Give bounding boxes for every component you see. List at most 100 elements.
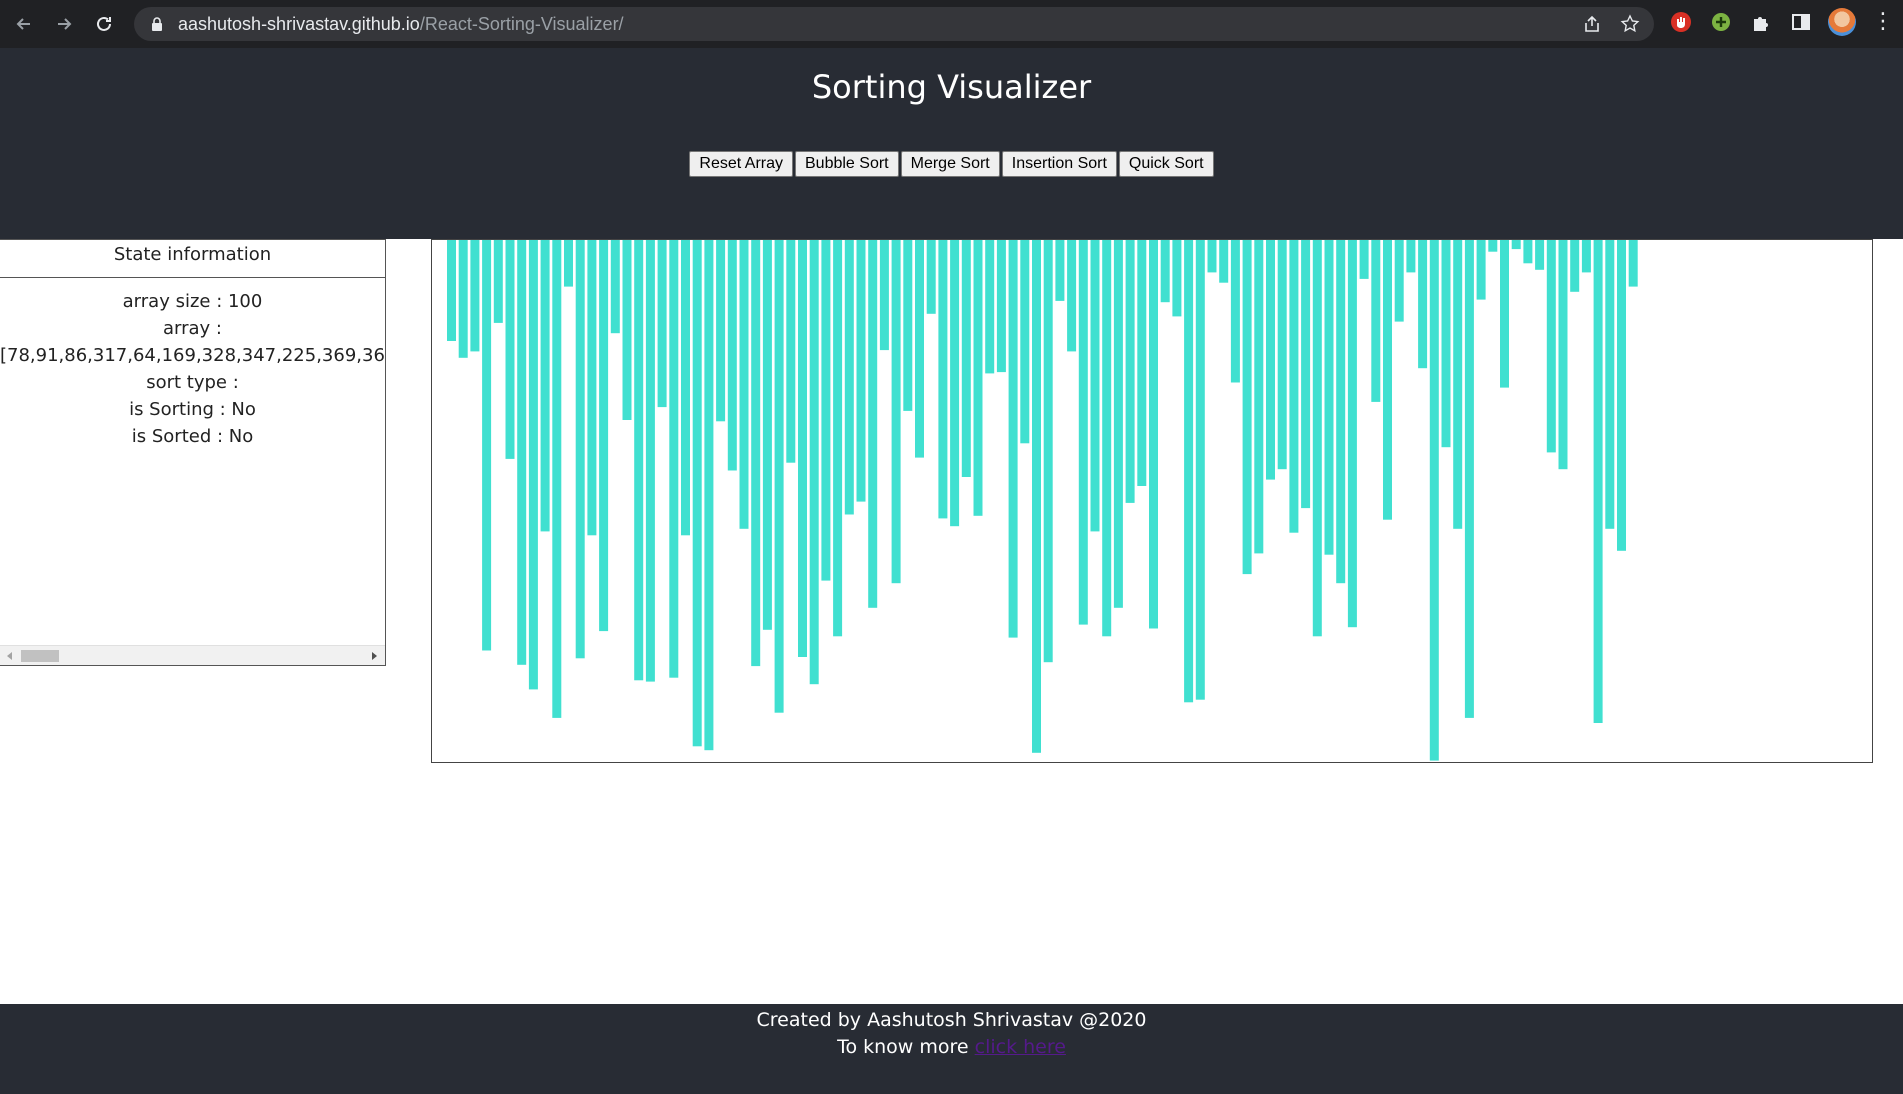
scroll-right-icon[interactable] bbox=[372, 652, 377, 660]
array-bar bbox=[564, 240, 573, 287]
array-bar bbox=[856, 240, 866, 502]
sorting-visualizer-canvas bbox=[431, 239, 1873, 763]
array-bar bbox=[493, 240, 503, 323]
array-bar bbox=[1277, 240, 1287, 470]
array-bar bbox=[1149, 240, 1158, 629]
array-bar bbox=[610, 240, 620, 334]
array-size-text: array size : 100 bbox=[122, 291, 263, 312]
array-label: array : bbox=[163, 318, 222, 339]
array-bar bbox=[704, 240, 714, 751]
array-bar bbox=[1242, 240, 1252, 575]
array-bar bbox=[622, 240, 632, 420]
array-bar bbox=[1570, 240, 1580, 292]
array-bar bbox=[692, 240, 702, 747]
array-bar bbox=[1441, 240, 1451, 448]
array-bar bbox=[1043, 240, 1053, 663]
plus-extension-icon[interactable] bbox=[1708, 9, 1734, 35]
array-bar bbox=[1488, 240, 1498, 252]
profile-avatar[interactable] bbox=[1828, 8, 1856, 36]
url-path: /React-Sorting-Visualizer/ bbox=[419, 13, 624, 34]
array-bar bbox=[1289, 240, 1299, 533]
scroll-left-icon[interactable] bbox=[7, 652, 12, 660]
star-icon[interactable] bbox=[1620, 14, 1640, 34]
array-bar bbox=[1418, 240, 1428, 369]
array-bar bbox=[1371, 240, 1381, 402]
array-bar bbox=[751, 240, 761, 667]
array-bar bbox=[645, 240, 655, 682]
array-bar bbox=[1078, 240, 1088, 625]
array-bar bbox=[505, 240, 515, 459]
array-bar bbox=[1125, 240, 1135, 503]
reload-icon bbox=[97, 16, 111, 31]
array-bar bbox=[1429, 240, 1439, 761]
click-here-link[interactable]: click here bbox=[975, 1036, 1066, 1058]
is-sorting-text: is Sorting : No bbox=[129, 399, 256, 420]
array-bar bbox=[1020, 240, 1030, 444]
sort-controls: Reset Array Bubble Sort Merge Sort Inser… bbox=[0, 151, 1903, 177]
array-bar bbox=[1207, 240, 1217, 273]
array-bar bbox=[1453, 240, 1463, 529]
state-panel-title: State information bbox=[0, 240, 385, 278]
array-bar bbox=[985, 240, 995, 374]
state-information-panel: State information array size : 100 array… bbox=[0, 239, 386, 666]
reset-array-button[interactable]: Reset Array bbox=[689, 151, 793, 177]
array-bar bbox=[844, 240, 854, 515]
array-bar bbox=[1558, 240, 1568, 470]
sort-type-text: sort type : bbox=[146, 372, 239, 393]
array-bar bbox=[961, 240, 971, 477]
horizontal-scrollbar[interactable] bbox=[0, 645, 385, 665]
page-title: Sorting Visualizer bbox=[811, 68, 1092, 106]
array-bar bbox=[1347, 240, 1357, 628]
array-bar bbox=[1055, 240, 1065, 301]
side-panel-icon[interactable] bbox=[1788, 9, 1814, 35]
array-bar bbox=[739, 240, 749, 529]
array-bar bbox=[1113, 240, 1123, 608]
puzzle-extensions-icon[interactable] bbox=[1748, 9, 1774, 35]
array-bar bbox=[1090, 240, 1100, 532]
back-button[interactable] bbox=[8, 8, 40, 40]
array-bar bbox=[1628, 240, 1638, 287]
array-bar bbox=[1511, 240, 1521, 250]
bubble-sort-button[interactable]: Bubble Sort bbox=[795, 151, 899, 177]
array-bar bbox=[1406, 240, 1416, 273]
array-bar bbox=[669, 240, 679, 678]
array-bar bbox=[458, 240, 468, 358]
forward-button[interactable] bbox=[48, 8, 80, 40]
array-bar bbox=[1137, 240, 1147, 486]
array-bar bbox=[798, 240, 807, 657]
array-bar bbox=[1254, 240, 1264, 554]
menu-kebab-icon[interactable]: ⋮ bbox=[1872, 11, 1894, 33]
address-bar[interactable]: aashutosh-shrivastav.github.io/React-Sor… bbox=[134, 7, 1654, 41]
array-bar bbox=[833, 240, 843, 637]
array-bar bbox=[821, 240, 831, 581]
array-bar bbox=[1324, 240, 1334, 555]
share-icon[interactable] bbox=[1582, 14, 1602, 34]
adblock-extension-icon[interactable] bbox=[1668, 9, 1694, 35]
quick-sort-button[interactable]: Quick Sort bbox=[1118, 151, 1214, 177]
array-bar bbox=[1359, 240, 1369, 279]
array-bar bbox=[1219, 240, 1229, 283]
scrollbar-thumb[interactable] bbox=[21, 650, 59, 662]
array-bar bbox=[634, 240, 644, 681]
array-bar bbox=[575, 240, 585, 659]
array-bar bbox=[1581, 240, 1591, 273]
array-bar bbox=[470, 240, 480, 352]
array-bar bbox=[774, 240, 784, 713]
reload-button[interactable] bbox=[88, 8, 120, 40]
know-more-text: To know more bbox=[837, 1036, 969, 1058]
insertion-sort-button[interactable]: Insertion Sort bbox=[1001, 151, 1117, 177]
merge-sort-button[interactable]: Merge Sort bbox=[900, 151, 1000, 177]
array-bar bbox=[482, 240, 492, 651]
array-bar bbox=[926, 240, 936, 314]
footer: Created by Aashutosh Shrivastav @2020 To… bbox=[0, 1004, 1903, 1094]
array-bar bbox=[786, 240, 796, 463]
array-bar bbox=[528, 240, 538, 690]
array-bar bbox=[809, 240, 819, 685]
array-bar bbox=[1160, 240, 1170, 303]
array-bar bbox=[1195, 240, 1205, 700]
array-bar bbox=[1464, 240, 1474, 718]
array-bar bbox=[1336, 240, 1346, 584]
array-bar bbox=[599, 240, 609, 632]
array-bar bbox=[1523, 240, 1533, 264]
array-bar bbox=[762, 240, 772, 630]
